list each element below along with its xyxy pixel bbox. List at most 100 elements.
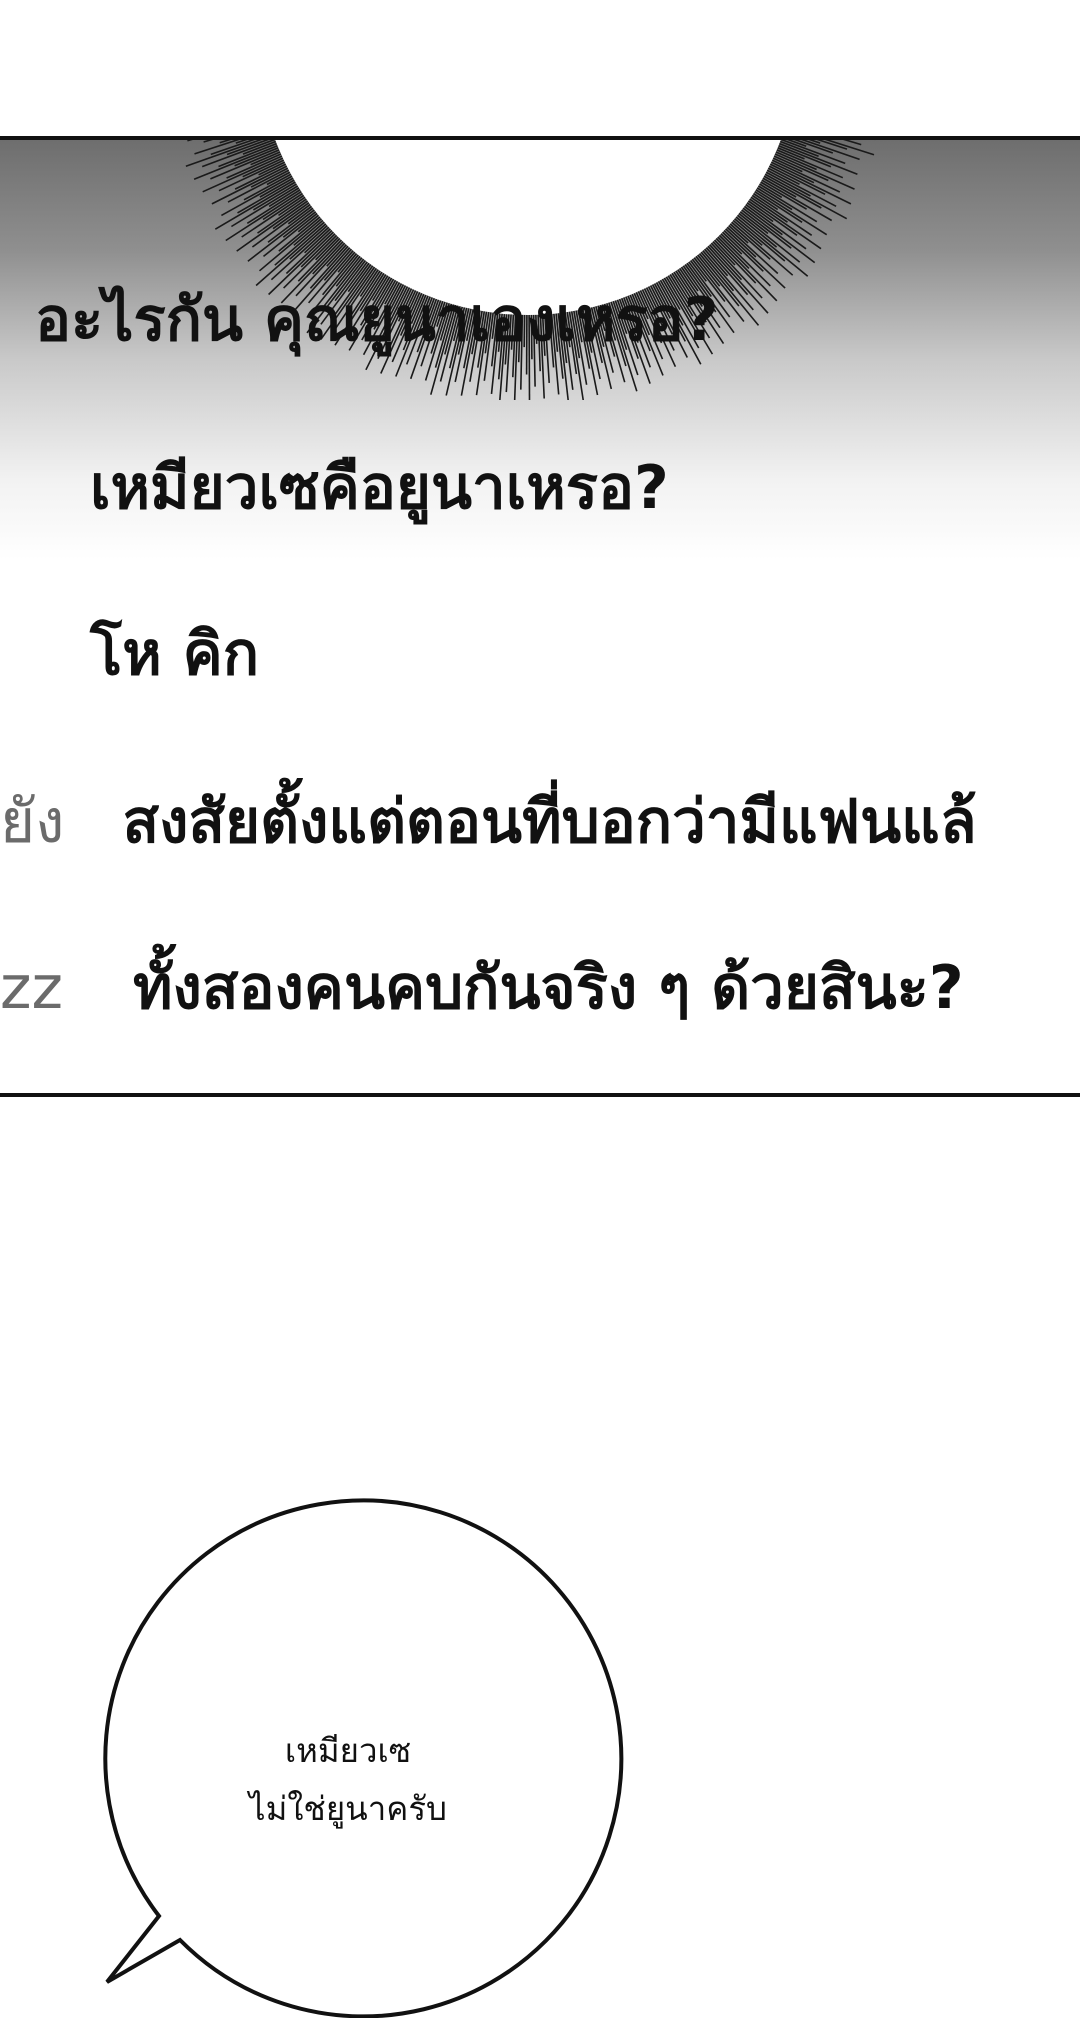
speed-line xyxy=(747,200,797,236)
speed-line xyxy=(754,189,827,235)
message-text: อะไรกัน คุณยูนาเองเหรอ? xyxy=(35,285,719,355)
sender-label: zz xyxy=(0,953,63,1023)
speed-line xyxy=(279,196,307,215)
speed-line xyxy=(253,183,298,210)
speed-line xyxy=(780,140,806,146)
speed-line xyxy=(251,151,282,165)
speed-line xyxy=(737,212,799,262)
chat-message-2: เหมียวเซคือยูนาเหรอ? xyxy=(90,458,669,518)
speed-line xyxy=(259,161,287,175)
top-white-area xyxy=(0,0,1080,137)
speed-line xyxy=(778,141,818,157)
speed-line xyxy=(779,140,845,163)
speed-line xyxy=(736,214,777,247)
message-text: ทั้งสองคนคบกันจริง ๆ ด้วยสินะ? xyxy=(133,953,964,1023)
speed-line xyxy=(247,189,301,224)
speed-line xyxy=(215,181,297,229)
speed-line xyxy=(212,165,289,204)
speed-line xyxy=(751,194,812,235)
speed-line xyxy=(733,218,785,262)
speed-line xyxy=(748,198,821,249)
chat-message-4: ยังสงสัยตั้งแต่ตอนที่บอกว่ามีแฟนแล้ xyxy=(0,792,977,852)
speed-line xyxy=(264,212,319,256)
speed-line xyxy=(735,216,808,276)
speed-line xyxy=(327,243,348,266)
speed-line xyxy=(757,185,817,222)
speed-line xyxy=(187,140,270,141)
chat-message-1: อะไรกัน คุณยูนาเองเหรอ? xyxy=(35,290,719,350)
speed-line xyxy=(755,187,792,210)
speed-line xyxy=(203,155,284,192)
message-text: เหมียวเซคือยูนาเหรอ? xyxy=(90,453,669,523)
speed-line xyxy=(220,140,273,143)
speed-line xyxy=(703,248,727,276)
speed-line xyxy=(713,239,756,283)
speed-line xyxy=(718,234,770,286)
speed-line xyxy=(243,157,285,176)
speed-line xyxy=(186,140,276,166)
speed-line xyxy=(316,236,340,260)
speed-line xyxy=(226,191,303,241)
speed-line xyxy=(237,200,310,251)
speed-line xyxy=(769,163,851,204)
speed-line xyxy=(776,147,805,159)
speed-line xyxy=(772,155,828,180)
speed-line xyxy=(723,229,785,288)
speed-line xyxy=(726,226,778,274)
sender-label: ยัง xyxy=(0,787,64,857)
speed-line xyxy=(268,207,315,242)
speed-line xyxy=(771,157,802,171)
speech-bubble-text: เหมียวเซ ไม่ใช่ยูนาครับ xyxy=(193,1722,503,1838)
speed-line xyxy=(288,205,313,224)
speed-line xyxy=(732,219,763,245)
speed-line xyxy=(305,228,332,253)
speed-line xyxy=(777,145,831,167)
speed-line xyxy=(782,140,820,143)
speed-line xyxy=(767,167,800,184)
speed-line xyxy=(720,232,742,254)
speed-line xyxy=(269,187,301,207)
message-text: โห คิก xyxy=(90,619,259,689)
speed-line xyxy=(338,251,356,273)
speech-bubble-line-2: ไม่ใช่ยูนาครับ xyxy=(193,1780,503,1838)
speed-line xyxy=(260,177,295,197)
speed-line xyxy=(243,141,278,154)
speed-line xyxy=(759,181,807,209)
speed-line xyxy=(749,196,787,222)
speed-line xyxy=(256,223,327,286)
speed-line xyxy=(227,140,276,155)
speed-line xyxy=(284,234,338,288)
speed-line xyxy=(298,237,341,281)
speed-line xyxy=(781,140,859,159)
speed-line-burst xyxy=(0,140,1080,400)
speed-line xyxy=(765,169,836,206)
speech-bubble-line-1: เหมียวเซ xyxy=(193,1722,503,1780)
speed-line xyxy=(221,175,293,215)
speed-line xyxy=(267,171,292,184)
message-text: สงสัยตั้งแต่ตอนที่บอกว่ามีแฟนแล้ xyxy=(122,787,976,857)
chat-message-3: โห คิก xyxy=(90,624,259,684)
speed-line xyxy=(770,159,839,192)
speed-line xyxy=(258,198,308,233)
speed-line xyxy=(712,240,735,265)
speed-line xyxy=(775,149,843,178)
speed-line xyxy=(235,147,281,166)
speed-line xyxy=(773,153,854,189)
speed-line xyxy=(313,240,345,274)
speed-line xyxy=(228,169,291,202)
speed-line xyxy=(275,221,326,265)
speed-line xyxy=(715,237,777,301)
speed-line xyxy=(730,221,793,275)
speed-line xyxy=(744,203,806,248)
speed-line xyxy=(762,175,821,208)
speed-line xyxy=(202,140,277,167)
speed-line xyxy=(769,161,814,182)
speed-line xyxy=(204,140,272,142)
speed-line xyxy=(785,140,861,145)
speed-line xyxy=(310,245,349,289)
speed-line xyxy=(283,211,317,238)
speed-line xyxy=(324,248,352,281)
speed-line xyxy=(279,216,322,251)
speed-line xyxy=(235,163,287,189)
speed-line xyxy=(783,140,847,149)
